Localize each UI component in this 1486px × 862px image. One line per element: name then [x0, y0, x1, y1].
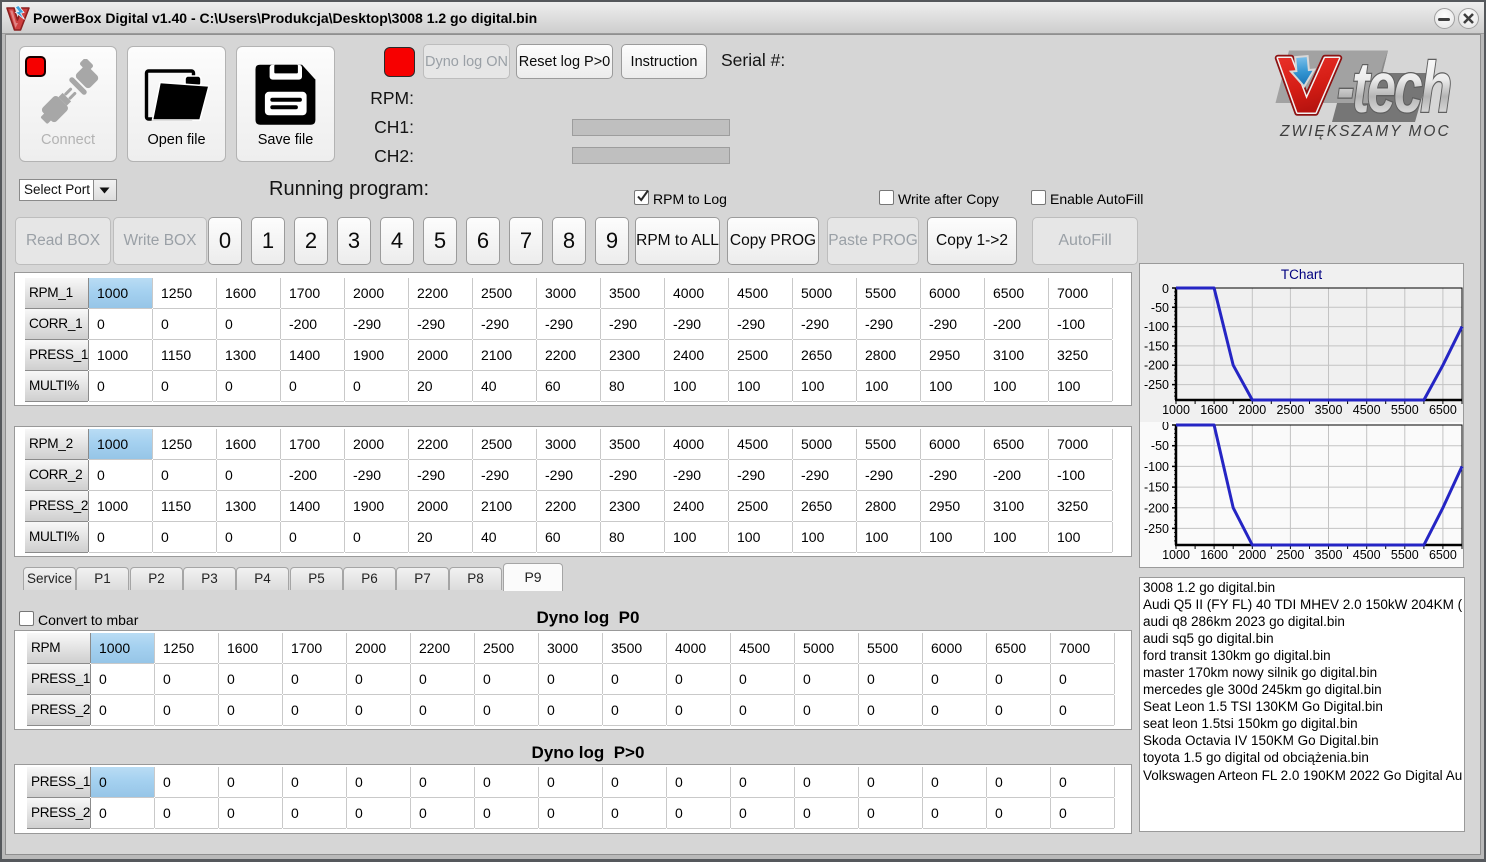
svg-text:1600: 1600 [1200, 548, 1228, 562]
svg-text:TChart: TChart [1281, 267, 1323, 282]
svg-text:4500: 4500 [1353, 403, 1381, 417]
svg-text:-200: -200 [1144, 501, 1169, 515]
svg-text:-250: -250 [1144, 522, 1169, 536]
svg-text:3500: 3500 [1315, 403, 1343, 417]
svg-text:-50: -50 [1151, 301, 1169, 315]
svg-text:5500: 5500 [1391, 548, 1419, 562]
svg-text:5500: 5500 [1391, 403, 1419, 417]
svg-text:-150: -150 [1144, 339, 1169, 353]
svg-text:1000: 1000 [1162, 403, 1190, 417]
svg-text:2000: 2000 [1238, 548, 1266, 562]
svg-text:6500: 6500 [1429, 548, 1457, 562]
svg-text:-200: -200 [1144, 359, 1169, 373]
svg-text:4500: 4500 [1353, 548, 1381, 562]
svg-text:2500: 2500 [1276, 548, 1304, 562]
svg-text:2000: 2000 [1238, 403, 1266, 417]
svg-text:1600: 1600 [1200, 403, 1228, 417]
svg-text:-50: -50 [1151, 439, 1169, 453]
svg-text:1000: 1000 [1162, 548, 1190, 562]
svg-text:-150: -150 [1144, 481, 1169, 495]
svg-text:-tech: -tech [1337, 49, 1450, 128]
svg-text:0: 0 [1162, 422, 1169, 433]
svg-text:0: 0 [1162, 282, 1169, 296]
svg-text:6500: 6500 [1429, 403, 1457, 417]
svg-text:-100: -100 [1144, 460, 1169, 474]
svg-text:-100: -100 [1144, 320, 1169, 334]
svg-text:2500: 2500 [1276, 403, 1304, 417]
svg-text:ZWIĘKSZAMY MOC: ZWIĘKSZAMY MOC [1279, 123, 1451, 140]
svg-text:3500: 3500 [1315, 548, 1343, 562]
svg-text:-250: -250 [1144, 378, 1169, 392]
